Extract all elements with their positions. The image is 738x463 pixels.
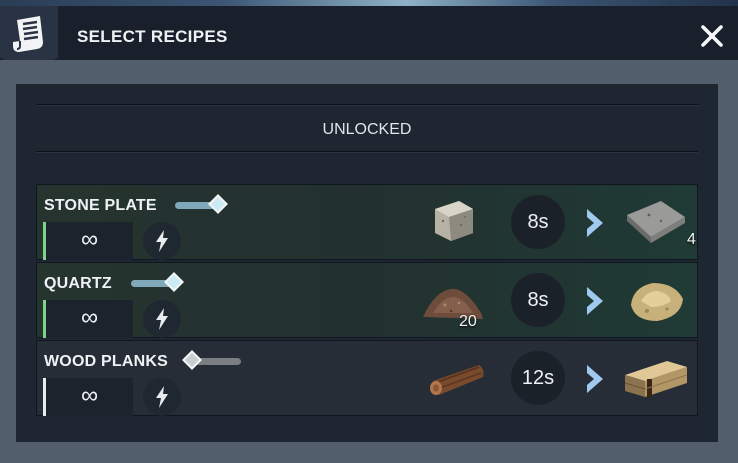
recipe-toggle-slider[interactable] <box>175 194 231 214</box>
recipe-name: QUARTZ <box>44 275 112 292</box>
lightning-icon <box>156 308 168 330</box>
wood-planks-icon <box>621 349 691 409</box>
recipe-name: STONE PLATE <box>44 197 157 214</box>
repeat-infinite-button[interactable]: ∞ <box>43 222 133 260</box>
recipe-row-quartz[interactable]: QUARTZ ∞ 20 8s <box>36 262 698 338</box>
repeat-infinite-button[interactable]: ∞ <box>43 300 133 338</box>
input-quantity: 20 <box>459 313 477 330</box>
boost-button[interactable] <box>143 378 181 416</box>
tab-unlocked-label: UNLOCKED <box>322 121 412 138</box>
output-quantity: 4 <box>687 231 696 248</box>
recipe-row-wood-planks[interactable]: WOOD PLANKS ∞ 12s <box>36 340 698 416</box>
craft-time: 12s <box>511 351 565 405</box>
recipes-inner: UNLOCKED STONE PLATE ∞ 8s 4 QUARTZ ∞ 20 … <box>16 84 718 442</box>
recipe-toggle-slider[interactable] <box>182 350 241 370</box>
tab-unlocked[interactable]: UNLOCKED <box>36 104 698 152</box>
close-button[interactable] <box>698 22 726 50</box>
stone-block-icon <box>425 195 487 249</box>
log-icon <box>423 351 485 405</box>
chevron-right-icon <box>583 363 607 400</box>
chevron-right-icon <box>583 285 607 322</box>
stone-plate-icon <box>621 193 691 253</box>
header-bar: SELECT RECIPES <box>0 6 738 72</box>
lightning-icon <box>156 230 168 252</box>
recipe-name: WOOD PLANKS <box>44 353 168 370</box>
page-title: SELECT RECIPES <box>77 27 228 46</box>
craft-time: 8s <box>511 273 565 327</box>
close-icon <box>701 25 723 47</box>
recipe-toggle-slider[interactable] <box>131 272 187 292</box>
boost-button[interactable] <box>143 222 181 260</box>
chevron-right-icon <box>583 207 607 244</box>
recipe-row-stone-plate[interactable]: STONE PLATE ∞ 8s 4 <box>36 184 698 260</box>
lightning-icon <box>156 386 168 408</box>
recipes-panel: UNLOCKED STONE PLATE ∞ 8s 4 QUARTZ ∞ 20 … <box>0 60 738 463</box>
boost-button[interactable] <box>143 300 181 338</box>
quartz-icon <box>621 271 691 331</box>
repeat-infinite-button[interactable]: ∞ <box>43 378 133 416</box>
craft-time: 8s <box>511 195 565 249</box>
